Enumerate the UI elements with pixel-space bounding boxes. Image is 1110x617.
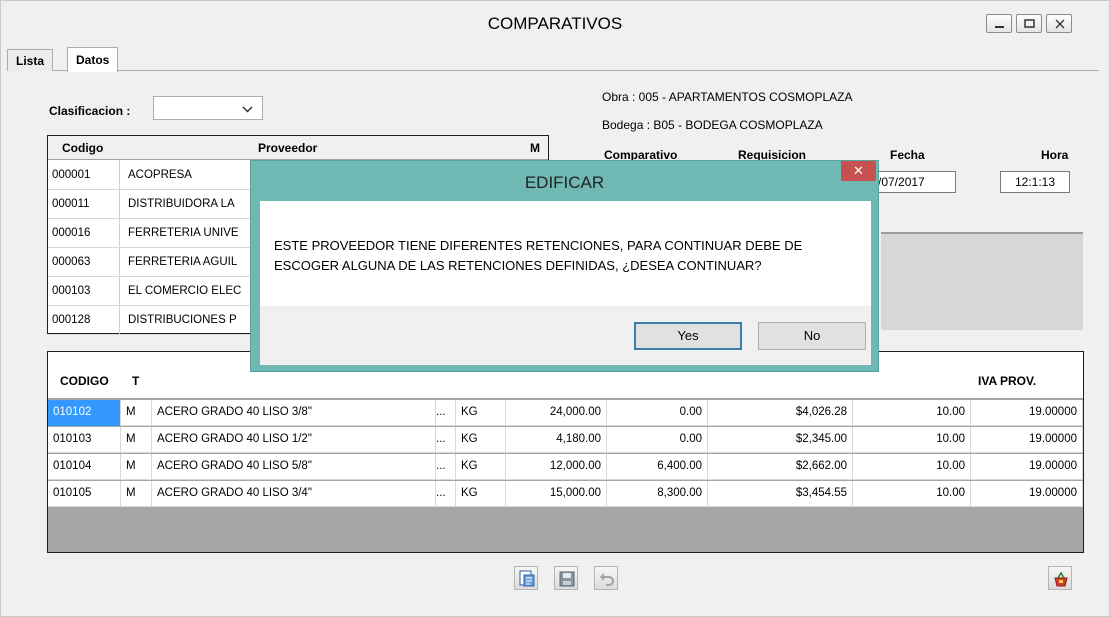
item-tipo[interactable]: M [121,454,152,480]
item-iva-prov[interactable]: 19.00000 [971,427,1083,453]
proveedor-codigo: 000063 [52,256,91,268]
item-more[interactable]: ... [436,454,456,480]
item-valor-prov[interactable]: $2,345.00 [708,427,853,453]
save-button[interactable] [554,566,578,590]
item-tipo[interactable]: M [121,427,152,453]
item-desc-prov[interactable]: 10.00 [853,427,971,453]
hora-field[interactable]: 12:1:13 [1000,171,1070,193]
edificar-dialog: EDIFICAR ✕ ESTE PROVEEDOR TIENE DIFERENT… [250,160,879,372]
clasificacion-label: Clasificacion : [49,104,131,118]
item-iva-prov[interactable]: 19.00000 [971,481,1083,507]
fecha-field[interactable]: /07/2017 [871,171,956,193]
report-button[interactable] [514,566,538,590]
col-codigo-header[interactable]: Codigo [62,141,103,155]
item-comprada[interactable]: 6,400.00 [607,454,708,480]
proveedor-nombre: DISTRIBUIDORA LA [128,198,235,210]
item-recurso[interactable]: ACERO GRADO 40 LISO 3/8" [152,400,436,426]
bodega-label: Bodega : B05 - BODEGA COSMOPLAZA [602,118,823,132]
clasificacion-select[interactable] [153,96,263,120]
item-codigo[interactable]: 010104 [48,454,121,480]
dialog-title: EDIFICAR [524,173,605,192]
item-row[interactable]: 010104 M ACERO GRADO 40 LISO 5/8" ... KG… [48,454,1083,480]
item-codigo[interactable]: 010105 [48,481,121,507]
items-grid[interactable]: CODIGO T IVA PROV. 010102 M ACERO GRADO … [47,351,1084,553]
item-recurso[interactable]: ACERO GRADO 40 LISO 5/8" [152,454,436,480]
item-valor-prov[interactable]: $2,662.00 [708,454,853,480]
window-title: COMPARATIVOS [487,14,623,33]
item-desc-prov[interactable]: 10.00 [853,454,971,480]
col-m-header[interactable]: M [530,141,540,155]
tab-datos[interactable]: Datos [67,47,119,72]
item-unidad[interactable]: KG [456,454,506,480]
item-requerida[interactable]: 12,000.00 [506,454,607,480]
item-tipo[interactable]: M [121,400,152,426]
item-unidad[interactable]: KG [456,481,506,507]
col-codigo-header[interactable]: CODIGO [60,374,109,388]
proveedor-codigo: 000016 [52,227,91,239]
proveedor-nombre: FERRETERIA AGUIL [128,256,238,268]
item-recurso[interactable]: ACERO GRADO 40 LISO 1/2" [152,427,436,453]
proveedor-codigo: 000103 [52,285,91,297]
item-more[interactable]: ... [436,481,456,507]
no-button[interactable]: No [758,322,866,350]
col-t-header[interactable]: T [132,374,139,388]
item-tipo[interactable]: M [121,481,152,507]
proveedor-nombre: EL COMERCIO ELEC [128,285,242,297]
proveedor-nombre: FERRETERIA UNIVE [128,227,239,239]
item-valor-prov[interactable]: $4,026.28 [708,400,853,426]
dialog-body: ESTE PROVEEDOR TIENE DIFERENTES RETENCIO… [260,201,871,365]
item-unidad[interactable]: KG [456,427,506,453]
item-comprada[interactable]: 0.00 [607,400,708,426]
item-more[interactable]: ... [436,400,456,426]
item-comprada[interactable]: 0.00 [607,427,708,453]
item-iva-prov[interactable]: 19.00000 [971,400,1083,426]
item-row[interactable]: 010103 M ACERO GRADO 40 LISO 1/2" ... KG… [48,427,1083,453]
proveedor-codigo: 000128 [52,314,91,326]
item-row[interactable]: 010102 M ACERO GRADO 40 LISO 3/8" ... KG… [48,400,1083,426]
col-iva-header[interactable]: IVA PROV. [978,374,1036,388]
undo-button[interactable] [594,566,618,590]
minimize-button[interactable] [986,14,1012,33]
dialog-close-button[interactable]: ✕ [841,161,876,181]
item-codigo[interactable]: 010103 [48,427,121,453]
proveedor-codigo: 000011 [52,198,90,210]
item-more[interactable]: ... [436,427,456,453]
item-unidad[interactable]: KG [456,400,506,426]
item-valor-prov[interactable]: $3,454.55 [708,481,853,507]
proveedor-nombre: DISTRIBUCIONES P [128,314,237,326]
item-desc-prov[interactable]: 10.00 [853,481,971,507]
item-recurso[interactable]: ACERO GRADO 40 LISO 3/4" [152,481,436,507]
retenciones-panel [881,232,1083,330]
col-proveedor-header[interactable]: Proveedor [258,141,317,155]
fecha-label: Fecha [890,148,925,162]
proveedores-header: Codigo Proveedor M [48,136,548,160]
item-requerida[interactable]: 15,000.00 [506,481,607,507]
dialog-message: ESTE PROVEEDOR TIENE DIFERENTES RETENCIO… [274,238,803,273]
maximize-button[interactable] [1016,14,1042,33]
proveedor-codigo: 000001 [52,169,91,181]
obra-label: Obra : 005 - APARTAMENTOS COSMOPLAZA [602,90,853,104]
item-desc-prov[interactable]: 10.00 [853,400,971,426]
proveedor-nombre: ACOPRESA [128,169,192,181]
item-requerida[interactable]: 4,180.00 [506,427,607,453]
item-codigo[interactable]: 010102 [48,400,121,426]
basket-button[interactable] [1048,566,1072,590]
hora-label: Hora [1041,148,1069,162]
yes-button[interactable]: Yes [634,322,742,350]
item-iva-prov[interactable]: 19.00000 [971,454,1083,480]
item-comprada[interactable]: 8,300.00 [607,481,708,507]
close-button[interactable] [1046,14,1072,33]
title-bar: COMPARATIVOS [1,1,1109,46]
tab-lista[interactable]: Lista [7,49,54,71]
item-requerida[interactable]: 24,000.00 [506,400,607,426]
item-row[interactable]: 010105 M ACERO GRADO 40 LISO 3/4" ... KG… [48,481,1083,507]
